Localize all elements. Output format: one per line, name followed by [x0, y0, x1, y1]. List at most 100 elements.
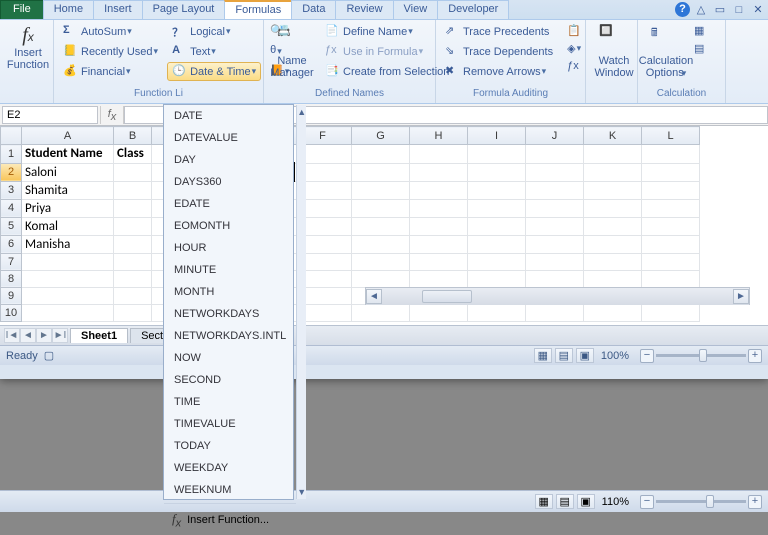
- col-header-I[interactable]: I: [468, 127, 526, 145]
- zoom-in-button[interactable]: +: [748, 349, 762, 363]
- col-header-K[interactable]: K: [584, 127, 642, 145]
- cell-H7[interactable]: [410, 253, 468, 270]
- col-header-G[interactable]: G: [352, 127, 410, 145]
- cell-B3[interactable]: [114, 181, 152, 199]
- cell-L1[interactable]: [642, 145, 700, 164]
- zoom-slider[interactable]: − +: [640, 495, 762, 509]
- cell-H4[interactable]: [410, 199, 468, 217]
- dd-item-date[interactable]: DATE: [164, 105, 296, 127]
- cell-K10[interactable]: [584, 304, 642, 321]
- define-name-button[interactable]: 📄Define Name▾: [320, 22, 454, 41]
- page-break-view-button[interactable]: ▣: [576, 348, 594, 363]
- tab-data[interactable]: Data: [291, 0, 336, 19]
- cell-H2[interactable]: [410, 163, 468, 181]
- evaluate-button[interactable]: ƒx: [562, 58, 580, 74]
- error-check-button[interactable]: ◈▾: [562, 40, 580, 57]
- dd-item-eomonth[interactable]: EOMONTH: [164, 215, 296, 237]
- dd-item-networkdays[interactable]: NETWORKDAYS: [164, 303, 296, 325]
- cell-B2[interactable]: [114, 163, 152, 181]
- cell-I4[interactable]: [468, 199, 526, 217]
- scroll-right-icon[interactable]: ►: [733, 289, 749, 304]
- row-header-8[interactable]: 8: [1, 270, 22, 287]
- cell-G7[interactable]: [352, 253, 410, 270]
- cell-I5[interactable]: [468, 217, 526, 235]
- cell-H8[interactable]: [410, 270, 468, 287]
- cell-G8[interactable]: [352, 270, 410, 287]
- minimize-icon[interactable]: ▭: [712, 3, 728, 17]
- show-formulas-button[interactable]: 📋: [562, 22, 580, 39]
- minimize-ribbon-icon[interactable]: △: [693, 3, 709, 17]
- cell-J1[interactable]: [526, 145, 584, 164]
- cell-H5[interactable]: [410, 217, 468, 235]
- tab-formulas[interactable]: Formulas: [224, 0, 292, 19]
- dd-item-days360[interactable]: DAYS360: [164, 171, 296, 193]
- cell-B10[interactable]: [114, 304, 152, 321]
- cell-B5[interactable]: [114, 217, 152, 235]
- zoom-level[interactable]: 100%: [601, 350, 629, 362]
- scroll-left-icon[interactable]: ◄: [366, 289, 382, 304]
- cell-I3[interactable]: [468, 181, 526, 199]
- dd-item-networkdays-intl[interactable]: NETWORKDAYS.INTL: [164, 325, 296, 347]
- dd-item-timevalue[interactable]: TIMEVALUE: [164, 413, 296, 435]
- zoom-in-button[interactable]: +: [748, 495, 762, 509]
- cell-K4[interactable]: [584, 199, 642, 217]
- col-header-J[interactable]: J: [526, 127, 584, 145]
- dd-insert-function[interactable]: fxInsert Function...: [164, 506, 296, 535]
- trace-precedents-button[interactable]: ⇗Trace Precedents: [440, 22, 558, 41]
- dd-item-edate[interactable]: EDATE: [164, 193, 296, 215]
- sheet-tab-active[interactable]: Sheet1: [70, 328, 128, 343]
- dd-item-hour[interactable]: HOUR: [164, 237, 296, 259]
- cell-L10[interactable]: [642, 304, 700, 321]
- dd-item-time[interactable]: TIME: [164, 391, 296, 413]
- row-header-2[interactable]: 2: [1, 163, 22, 181]
- cell-I6[interactable]: [468, 235, 526, 253]
- cell-A1[interactable]: Student Name: [22, 145, 114, 164]
- cell-A4[interactable]: Priya: [22, 199, 114, 217]
- row-header-4[interactable]: 4: [1, 199, 22, 217]
- cell-J3[interactable]: [526, 181, 584, 199]
- tab-file[interactable]: File: [0, 0, 44, 19]
- normal-view-button[interactable]: ▦: [534, 348, 552, 363]
- text-button[interactable]: Text▾: [167, 42, 261, 61]
- row-header-5[interactable]: 5: [1, 217, 22, 235]
- cell-B4[interactable]: [114, 199, 152, 217]
- zoom-slider[interactable]: − +: [640, 349, 762, 363]
- next-sheet-button[interactable]: ►: [36, 328, 52, 343]
- cell-K5[interactable]: [584, 217, 642, 235]
- trace-dependents-button[interactable]: ⇘Trace Dependents: [440, 42, 558, 61]
- macro-record-icon[interactable]: ▢: [44, 349, 54, 362]
- last-sheet-button[interactable]: ►I: [52, 328, 68, 343]
- cell-B9[interactable]: [114, 287, 152, 304]
- cell-L8[interactable]: [642, 270, 700, 287]
- cell-I7[interactable]: [468, 253, 526, 270]
- dd-item-day[interactable]: DAY: [164, 149, 296, 171]
- page-break-view-button[interactable]: ▣: [577, 494, 595, 509]
- row-header-9[interactable]: 9: [1, 287, 22, 304]
- name-box[interactable]: [2, 106, 98, 124]
- logical-button[interactable]: Logical▾: [167, 22, 261, 41]
- cell-G4[interactable]: [352, 199, 410, 217]
- col-header-A[interactable]: A: [22, 127, 114, 145]
- scroll-up-icon[interactable]: ▲: [297, 107, 306, 117]
- recently-used-button[interactable]: Recently Used▾: [58, 42, 163, 61]
- cell-A10[interactable]: [22, 304, 114, 321]
- cell-A5[interactable]: Komal: [22, 217, 114, 235]
- col-header-H[interactable]: H: [410, 127, 468, 145]
- cell-A2[interactable]: Saloni: [22, 163, 114, 181]
- cell-J10[interactable]: [526, 304, 584, 321]
- cell-J2[interactable]: [526, 163, 584, 181]
- remove-arrows-button[interactable]: ✖Remove Arrows▾: [440, 62, 558, 81]
- page-layout-view-button[interactable]: ▤: [556, 494, 574, 509]
- cell-B1[interactable]: Class: [114, 145, 152, 164]
- insert-function-button[interactable]: fx Insert Function: [4, 22, 52, 73]
- calc-now-button[interactable]: ▦: [692, 22, 706, 39]
- cell-A3[interactable]: Shamita: [22, 181, 114, 199]
- cell-G2[interactable]: [352, 163, 410, 181]
- cell-H6[interactable]: [410, 235, 468, 253]
- autosum-button[interactable]: AutoSum▾: [58, 22, 163, 41]
- cell-K3[interactable]: [584, 181, 642, 199]
- calculation-options-button[interactable]: 🖩 CalculationOptions▾: [642, 22, 690, 81]
- worksheet[interactable]: ABCDEFGHIJKL1Student NameClassDate2Salon…: [0, 126, 768, 325]
- cell-I1[interactable]: [468, 145, 526, 164]
- prev-sheet-button[interactable]: ◄: [20, 328, 36, 343]
